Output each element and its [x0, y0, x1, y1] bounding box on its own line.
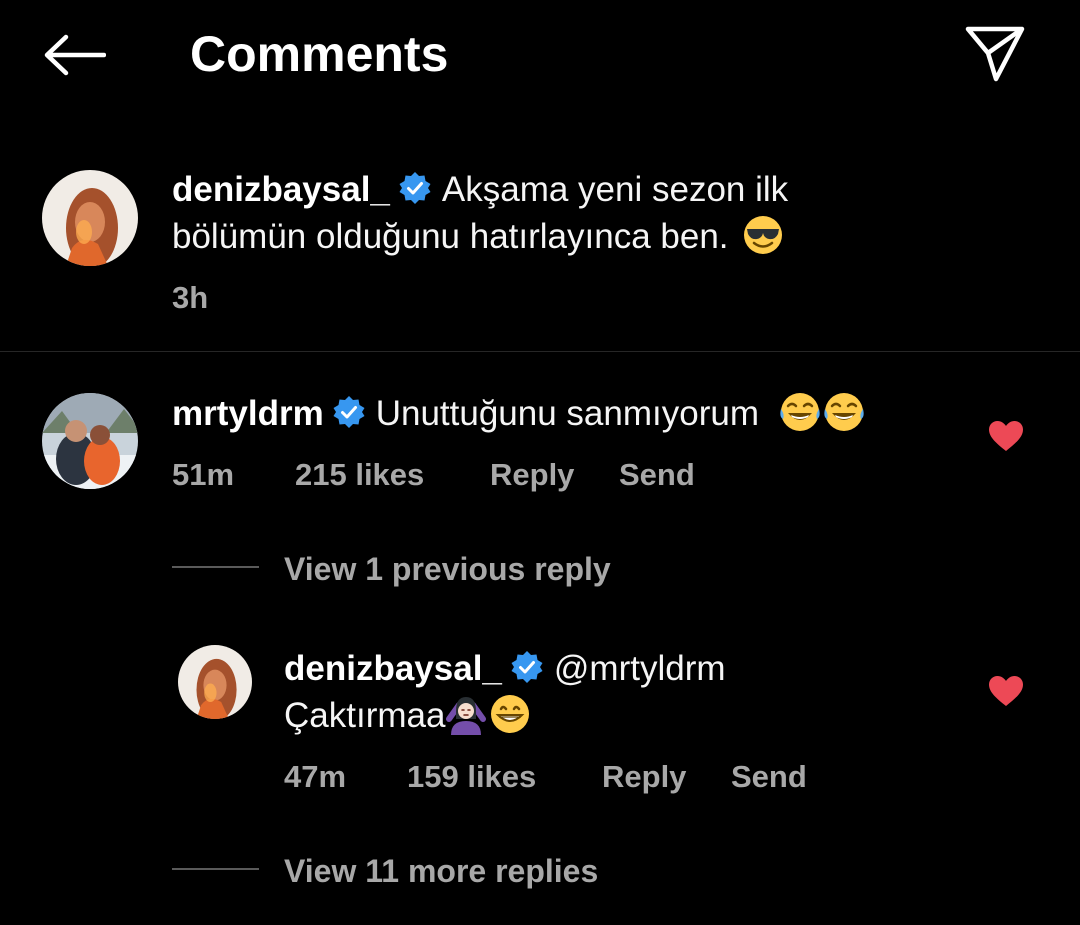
reply-body: Çaktırmaa	[284, 696, 446, 735]
comment-time: 3h	[172, 280, 209, 315]
avatar-photo	[42, 393, 138, 489]
reply-time: 47m	[284, 759, 347, 794]
sunglasses-smile-emoji	[744, 216, 783, 254]
avatar-denizbaysal[interactable]	[42, 170, 138, 266]
liked-heart-icon[interactable]	[988, 420, 1024, 452]
view-more-replies[interactable]: View 11 more replies	[284, 851, 598, 891]
comment-username[interactable]: denizbaysal_	[172, 170, 390, 209]
verified-badge-icon	[511, 651, 543, 683]
comment-text-line1: Akşama yeni sezon ilk	[441, 170, 789, 209]
reply-text: denizbaysal_ @mrtyldrm Çaktırmaa	[284, 645, 964, 739]
likes-count[interactable]: 215 likes	[295, 455, 424, 495]
reply-meta: 47m 159 likes Reply Send	[284, 757, 844, 797]
comment-meta: 51m 215 likes Reply Send	[172, 455, 732, 495]
tears-of-joy-emoji	[780, 393, 820, 431]
avatar-photo	[42, 170, 138, 266]
comment-time: 51m	[172, 457, 235, 492]
send-button[interactable]: Send	[731, 757, 807, 797]
caption-comment-text: denizbaysal_ Akşama yeni sezon ilk bölümü…	[172, 166, 992, 260]
send-button[interactable]: Send	[619, 455, 695, 495]
reply-button[interactable]: Reply	[602, 757, 686, 797]
verified-badge-icon	[333, 396, 365, 428]
view-previous-replies[interactable]: View 1 previous reply	[284, 549, 611, 589]
no-gesture-woman-emoji	[446, 697, 487, 735]
comment-mrtyldrm-text: mrtyldrm Unuttuğunu sanmıyorum	[172, 390, 972, 437]
thread-line	[172, 566, 259, 568]
share-paper-plane-icon[interactable]	[964, 25, 1026, 83]
comment-text: Unuttuğunu sanmıyorum	[375, 394, 759, 433]
back-arrow-icon[interactable]	[42, 33, 106, 77]
mention-link[interactable]: @mrtyldrm	[554, 649, 726, 688]
reply-button[interactable]: Reply	[490, 455, 574, 495]
page-title: Comments	[190, 26, 449, 82]
verified-badge-icon	[399, 172, 431, 204]
thread-line	[172, 868, 259, 870]
avatar-mrtyldrm[interactable]	[42, 393, 138, 489]
tears-of-joy-emoji	[824, 393, 864, 431]
grinning-emoji	[491, 695, 530, 733]
avatar-photo	[178, 645, 252, 719]
avatar-denizbaysal[interactable]	[178, 645, 252, 719]
liked-heart-icon[interactable]	[988, 675, 1024, 707]
divider	[0, 351, 1080, 352]
reply-username[interactable]: denizbaysal_	[284, 649, 502, 688]
likes-count[interactable]: 159 likes	[407, 757, 536, 797]
comment-username[interactable]: mrtyldrm	[172, 394, 324, 433]
caption-meta: 3h	[172, 278, 292, 318]
comment-text-line2: bölümün olduğunu hatırlayınca ben.	[172, 217, 729, 256]
